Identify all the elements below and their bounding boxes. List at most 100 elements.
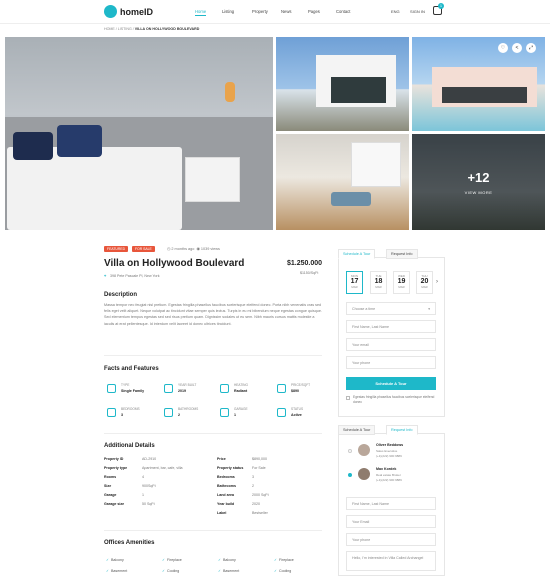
agent-radio[interactable]	[348, 449, 352, 453]
breadcrumb-listing[interactable]: LISTING	[118, 27, 132, 31]
day-month: MAR	[375, 285, 382, 289]
pillow-shape	[13, 132, 53, 160]
breadcrumb-home[interactable]: HOME	[104, 27, 115, 31]
detail-row: Label Bestseller	[104, 511, 322, 519]
amenity-label: Cooling	[279, 569, 292, 573]
tab-schedule-tour[interactable]: Schedule A Tour	[338, 425, 376, 435]
description-heading: Description	[104, 292, 138, 298]
detail-key: Property type	[104, 466, 128, 470]
tab-request-info[interactable]: Request Info	[386, 425, 418, 435]
fact-label: BEDROOMS	[121, 407, 140, 411]
agent-name: Oliver Beddows	[376, 443, 404, 447]
share-icon[interactable]: <	[512, 43, 522, 53]
amenity-item: ✓ Basement	[218, 569, 239, 573]
nav-news[interactable]: News	[281, 9, 291, 14]
sign-in-link[interactable]: SIGN IN	[410, 9, 425, 14]
date-option[interactable]: TUE 18 MAR	[370, 271, 387, 294]
email-field[interactable]: Your Email	[346, 515, 436, 528]
name-field[interactable]: First Name, Last Name	[346, 497, 436, 510]
more-count: +12	[467, 170, 490, 185]
date-option[interactable]: THU 20 MAR	[416, 271, 433, 294]
detail-value: 4	[142, 475, 144, 479]
agent-radio[interactable]	[348, 473, 352, 477]
detail-value: 2000 SqFt	[252, 493, 269, 497]
detail-row: Garage 1 Land area 2000 SqFt	[104, 493, 322, 501]
day-month: MAR	[421, 285, 428, 289]
consent-checkbox[interactable]	[346, 396, 350, 400]
day-number: 19	[397, 278, 406, 285]
breadcrumb: HOME / LISTING / VILLA ON HOLLYWOOD BOUL…	[104, 27, 200, 31]
fact-garage: GARAGE 1	[220, 406, 276, 426]
nightstand-shape	[185, 157, 240, 202]
nav-contact[interactable]: Contact	[336, 9, 350, 14]
amenity-label: Basement	[111, 569, 128, 573]
logo-text[interactable]: homeID	[120, 7, 153, 17]
gallery-view-more[interactable]: +12 VIEW MORE	[412, 134, 545, 230]
detail-key: Rooms	[104, 475, 117, 479]
phone-field[interactable]: Your phone	[346, 356, 436, 369]
amenity-item: ✓ Fireplace	[162, 558, 182, 562]
expand-icon[interactable]: ⤢	[526, 43, 536, 53]
tab-request-info[interactable]: Request Info	[386, 249, 418, 259]
agent-option-selected[interactable]: Max Kordek Real estate Broker (+1)(222) …	[346, 466, 436, 488]
nav-pages[interactable]: Pages	[308, 9, 320, 14]
amenity-label: Balcony	[111, 558, 124, 562]
amenity-item: ✓ Cooling	[162, 569, 179, 573]
nav-home[interactable]: Home	[195, 9, 207, 16]
date-option[interactable]: WED 19 MAR	[393, 271, 410, 294]
fact-value: 2019	[178, 389, 186, 393]
detail-key: Year build	[217, 502, 235, 506]
schedule-tour-button[interactable]: Schedule A Tour	[346, 377, 436, 390]
fact-label: STATUS	[291, 407, 304, 411]
pillow-shape	[57, 125, 102, 157]
date-option-selected[interactable]: MON 17 MAR	[346, 271, 363, 294]
agent-option[interactable]: Oliver Beddows Sales Executive (+1)(222)…	[346, 442, 436, 464]
amenity-item: ✓ Basement	[106, 569, 127, 573]
time-select[interactable]: Choose a time ▾	[346, 302, 436, 315]
divider	[104, 530, 322, 531]
agent-role: Real estate Broker	[376, 473, 401, 477]
day-number: 17	[350, 278, 359, 285]
check-icon: ✓	[162, 558, 166, 562]
gallery-photo-2[interactable]	[276, 37, 409, 131]
email-field[interactable]: Your email	[346, 338, 436, 351]
day-number: 20	[420, 278, 429, 285]
tab-schedule-tour[interactable]: Schedule A Tour	[338, 249, 376, 259]
lamp-shape	[225, 82, 235, 102]
gallery-main-photo[interactable]	[5, 37, 273, 230]
amenity-label: Balcony	[223, 558, 236, 562]
fact-label: TYPE	[121, 383, 130, 387]
fact-value: 3	[121, 413, 123, 417]
fact-price-sqft: PRICE/SQFT $890	[277, 382, 333, 402]
divider	[104, 433, 322, 434]
fact-bathrooms: BATHROOMS 2	[164, 406, 220, 426]
phone-field[interactable]: Your phone	[346, 533, 436, 546]
fact-label: BATHROOMS	[178, 407, 199, 411]
language-selector[interactable]: ENG	[391, 9, 400, 14]
gallery-photo-3[interactable]	[412, 37, 545, 131]
message-field[interactable]: Hello, I'm interested in Villa Called Ar…	[346, 551, 436, 571]
fact-label: GARAGE	[234, 407, 248, 411]
detail-value: $890,000	[252, 457, 267, 461]
day-number: 18	[374, 278, 383, 285]
avatar	[358, 468, 370, 480]
detail-row: Property type Apartment, bar, cafe, villa…	[104, 466, 322, 474]
name-field[interactable]: First Name, Last Name	[346, 320, 436, 333]
gallery-photo-4[interactable]	[276, 134, 409, 230]
view-more-label[interactable]: VIEW MORE	[412, 190, 545, 195]
nav-listing[interactable]: Listing	[222, 9, 234, 14]
detail-value: 1	[142, 493, 144, 497]
detail-row: Property ID AD-2910 Price $890,000	[104, 457, 322, 465]
favorite-icon[interactable]: ♡	[498, 43, 508, 53]
amenity-label: Cooling	[167, 569, 180, 573]
cart-badge: 1	[438, 3, 444, 9]
price-per-sqft: $1150/SqFt	[300, 271, 319, 275]
logo-icon[interactable]	[104, 5, 117, 18]
detail-row: Size 900SqFt Bathrooms 2	[104, 484, 322, 492]
next-dates-chevron-icon[interactable]: ›	[436, 279, 438, 285]
amenities-heading: Offices Amenities	[104, 540, 155, 546]
fact-year: YEAR BUILT 2019	[164, 382, 220, 402]
nav-property[interactable]: Property	[252, 9, 268, 14]
detail-key: Garage size	[104, 502, 125, 506]
listing-price: $1.250.000	[287, 260, 323, 267]
